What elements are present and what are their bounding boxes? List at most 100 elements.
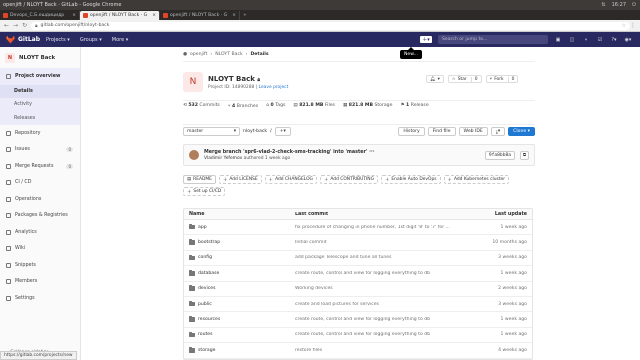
close-tab-icon[interactable]: ×	[232, 13, 236, 18]
sidebar-item-wiki[interactable]: Wiki	[0, 241, 80, 258]
readme-button[interactable]: ▤ README	[183, 175, 216, 184]
setup-cicd-button[interactable]: ＋ Set up CI/CD	[183, 187, 226, 196]
table-header: Name Last commit Last update	[184, 209, 532, 220]
package-icon	[6, 213, 11, 219]
window-title: openjift / NLOYT Back · GitLab - Google …	[3, 2, 122, 8]
history-button[interactable]: History	[398, 127, 425, 136]
fork-button[interactable]: ⑂ Fork 0	[485, 75, 519, 83]
stat-storage[interactable]: ▦ 821.8 MB Storage	[343, 103, 392, 109]
close-tab-icon[interactable]: ×	[72, 13, 76, 18]
new-tab-button[interactable]: +	[240, 11, 252, 20]
last-commit-box: Merge branch 'spr6-vlad-2-check-sms-trac…	[183, 144, 535, 166]
enable-auto-devops-button[interactable]: ＋ Enable Auto DevOps	[381, 175, 441, 184]
top-menu: Projects ▾ Groups ▾ More ▾	[46, 37, 128, 43]
browser-tab-3[interactable]: openjift / NLOYT Back · G ×	[160, 11, 240, 20]
leave-project-link[interactable]: Leave project	[259, 85, 289, 90]
new-plus-icon[interactable]: ＋▾	[420, 36, 432, 43]
browser-tab-2[interactable]: openjift / NLOYT Back · G ×	[80, 11, 160, 20]
bookmark-star-icon[interactable]: ☆	[622, 23, 626, 29]
table-row[interactable]: resources create route, control and view …	[184, 312, 532, 328]
stat-files[interactable]: ▤ 821.8 MB Files	[293, 103, 335, 109]
commit-message[interactable]: Merge branch 'spr6-vlad-2-check-sms-trac…	[204, 150, 367, 155]
menu-groups[interactable]: Groups ▾	[80, 37, 102, 43]
commit-sha[interactable]: 9fa8bb8a	[484, 150, 515, 160]
reload-icon[interactable]: ↻	[22, 22, 27, 29]
sidebar-item-repository[interactable]: Repository	[0, 125, 80, 142]
table-row[interactable]: public create and load pictures for servi…	[184, 297, 532, 313]
plus-icon: ＋	[187, 189, 192, 195]
breadcrumb: ● openjift › NLOYT Back › Details	[183, 52, 269, 57]
browser-tab-1[interactable]: Devops_С.Б.ешдицидр ×	[0, 11, 80, 20]
table-row[interactable]: database create route, control and view f…	[184, 266, 532, 282]
add-kubernetes-button[interactable]: ＋ Add Kubernetes cluster	[443, 175, 510, 184]
checklist-icon[interactable]: ☑	[596, 36, 604, 43]
table-row[interactable]: devices Working devices 2 weeks ago	[184, 282, 532, 297]
merge-request-icon[interactable]: ⑂	[582, 36, 590, 43]
sidebar-item-snippets[interactable]: Snippets	[0, 257, 80, 274]
find-file-button[interactable]: Find file	[427, 127, 456, 136]
menu-more[interactable]: More ▾	[112, 37, 129, 43]
add-changelog-button[interactable]: ＋ Add CHANGELOG	[264, 175, 317, 184]
sidebar-sub-details[interactable]: Details	[0, 84, 80, 98]
table-row[interactable]: routes create route, control and view for…	[184, 328, 532, 344]
project-header: N NLOYT Back 🔒︎ Project ID: 14890288 | L…	[183, 72, 288, 92]
commit-meta: authored 1 week ago	[243, 155, 291, 161]
doc-icon	[6, 130, 11, 136]
folder-icon	[189, 347, 195, 353]
close-tab-icon[interactable]: ×	[152, 13, 156, 18]
table-row[interactable]: storage restore files 4 weeks ago	[184, 343, 532, 359]
add-license-button[interactable]: ＋ Add LICENSE	[218, 175, 262, 184]
sidebar-sub-releases[interactable]: Releases	[0, 111, 80, 125]
breadcrumb-project[interactable]: NLOYT Back	[215, 52, 242, 57]
forward-arrow-icon[interactable]: →	[13, 22, 18, 29]
url-input[interactable]: 🔒︎ gitlab.com/openjift/nloyt-back	[31, 21, 630, 30]
stat-commits[interactable]: ⟲ 532 Commits	[183, 103, 220, 109]
breadcrumb-group[interactable]: openjift	[190, 52, 207, 57]
help-icon[interactable]: ?▾	[610, 36, 618, 43]
branch-select[interactable]: master ▾	[183, 127, 240, 136]
sidebar-item-members[interactable]: Members	[0, 274, 80, 291]
folder-icon	[189, 239, 195, 245]
gitlab-logo[interactable]: GitLab	[0, 35, 46, 44]
download-button[interactable]: ⤓ ▾	[490, 127, 506, 136]
commit-author-avatar[interactable]	[189, 150, 199, 160]
ellipsis-button[interactable]: ···	[369, 150, 374, 155]
plus-icon: ＋	[222, 177, 228, 183]
back-arrow-icon[interactable]: ←	[4, 22, 9, 29]
issues-icon[interactable]: ◫	[568, 36, 576, 43]
table-row[interactable]: config add package Telescope and tune all…	[184, 251, 532, 267]
project-sidebar: N NLOYT Back Project overview Details Ac…	[0, 47, 81, 360]
table-row[interactable]: bootstrap Initial commit 10 months ago	[184, 235, 532, 251]
browser-menu-icon[interactable]: ⋮	[630, 22, 636, 29]
sidebar-item-ci-cd[interactable]: CI / CD	[0, 175, 80, 192]
sidebar-item-analytics[interactable]: Analytics	[0, 224, 80, 241]
todo-icon[interactable]: ▣	[554, 36, 562, 43]
avatar[interactable]: ◉▾	[624, 36, 632, 43]
sidebar-item-merge-requests[interactable]: Merge Requests 0	[0, 158, 80, 175]
repo-path[interactable]: nloyt-back	[243, 129, 267, 134]
sidebar-item-operations[interactable]: Operations	[0, 191, 80, 208]
menu-projects[interactable]: Projects ▾	[46, 37, 70, 43]
sidebar-sub-activity[interactable]: Activity	[0, 98, 80, 112]
issues-icon	[6, 147, 11, 153]
power-icon[interactable]: ⏻	[632, 2, 636, 8]
stat-release[interactable]: ⚑ 1 Release	[400, 103, 428, 109]
star-button[interactable]: ☆ Star 0	[447, 75, 482, 83]
add-contributing-button[interactable]: ＋ Add CONTRIBUTING	[319, 175, 378, 184]
notification-button[interactable]: 🔔︎ ▾	[426, 75, 444, 83]
add-button[interactable]: + ▾	[274, 127, 291, 136]
commit-author[interactable]: Vladimir Yefemov	[204, 156, 242, 161]
sidebar-project[interactable]: N NLOYT Back	[0, 47, 80, 68]
copy-sha-button[interactable]: ⧉	[520, 150, 529, 160]
sidebar-item-issues[interactable]: Issues 0	[0, 142, 80, 159]
stat-branches[interactable]: ⑂ 4 Branches	[228, 103, 258, 109]
search-input[interactable]: Search or jump to...	[438, 35, 548, 44]
chart-icon	[6, 229, 11, 235]
web-ide-button[interactable]: Web IDE	[458, 127, 488, 136]
clone-button[interactable]: Clone ▾	[508, 127, 535, 136]
table-row[interactable]: app fix procedure of changing in phone nu…	[184, 220, 532, 236]
stat-tags[interactable]: ⌂ 0 Tags	[266, 103, 285, 109]
sidebar-item-project-overview[interactable]: Project overview	[0, 68, 80, 85]
sidebar-item-settings[interactable]: Settings	[0, 290, 80, 307]
sidebar-item-packages[interactable]: Packages & Registries	[0, 208, 80, 225]
